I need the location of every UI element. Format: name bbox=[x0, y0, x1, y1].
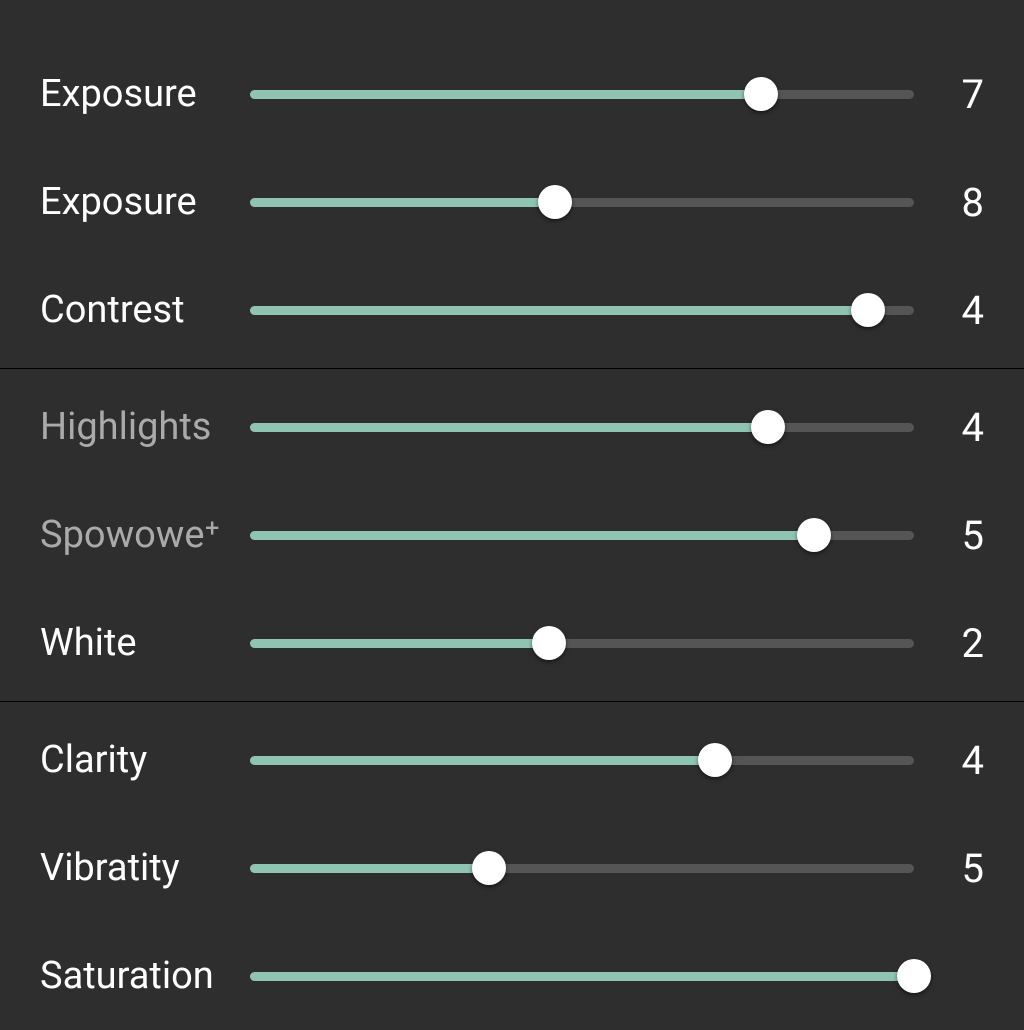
slider-label-clarity: Clarity bbox=[40, 738, 250, 782]
slider-label-contrest: Contrest bbox=[40, 288, 250, 332]
slider-exposure-1[interactable] bbox=[250, 79, 914, 109]
slider-track-fill bbox=[250, 972, 914, 981]
slider-highlights[interactable] bbox=[250, 412, 914, 442]
slider-value-contrest: 4 bbox=[914, 287, 984, 334]
slider-white[interactable] bbox=[250, 628, 914, 658]
slider-row: Contrest 4 bbox=[40, 256, 984, 364]
slider-thumb[interactable] bbox=[897, 959, 931, 993]
slider-track-fill bbox=[250, 864, 489, 873]
slider-track-fill bbox=[250, 423, 768, 432]
slider-thumb[interactable] bbox=[532, 626, 566, 660]
slider-row: Exposure 8 bbox=[40, 148, 984, 256]
slider-thumb[interactable] bbox=[797, 518, 831, 552]
slider-clarity[interactable] bbox=[250, 745, 914, 775]
slider-value-vibratity: 5 bbox=[914, 845, 984, 892]
slider-row: Clarity 4 bbox=[40, 706, 984, 814]
slider-thumb[interactable] bbox=[538, 185, 572, 219]
slider-label-highlights: Highlights bbox=[40, 405, 250, 449]
slider-value-clarity: 4 bbox=[914, 737, 984, 784]
slider-exposure-2[interactable] bbox=[250, 187, 914, 217]
slider-value-white: 2 bbox=[914, 620, 984, 667]
slider-value-exposure-1: 7 bbox=[914, 71, 984, 118]
adjustments-panel: Exposure 7 Exposure 8 Contrest 4 Highlig… bbox=[0, 0, 1024, 1030]
slider-track-fill bbox=[250, 198, 555, 207]
slider-row: Spowowe⁺ 5 bbox=[40, 481, 984, 589]
slider-row: Saturation bbox=[40, 922, 984, 1030]
slider-label-white: White bbox=[40, 621, 250, 665]
slider-value-highlights: 4 bbox=[914, 404, 984, 451]
slider-row: Vibratity 5 bbox=[40, 814, 984, 922]
slider-thumb[interactable] bbox=[751, 410, 785, 444]
slider-label-spowowe: Spowowe⁺ bbox=[40, 513, 250, 557]
slider-contrest[interactable] bbox=[250, 295, 914, 325]
slider-track-fill bbox=[250, 639, 549, 648]
slider-thumb[interactable] bbox=[472, 851, 506, 885]
slider-spowowe[interactable] bbox=[250, 520, 914, 550]
slider-track-fill bbox=[250, 306, 868, 315]
slider-thumb[interactable] bbox=[698, 743, 732, 777]
slider-track-fill bbox=[250, 90, 761, 99]
slider-thumb[interactable] bbox=[744, 77, 778, 111]
slider-label-vibratity: Vibratity bbox=[40, 846, 250, 890]
slider-value-exposure-2: 8 bbox=[914, 179, 984, 226]
slider-saturation[interactable] bbox=[250, 961, 914, 991]
slider-label-exposure-2: Exposure bbox=[40, 180, 250, 224]
slider-row: White 2 bbox=[40, 589, 984, 697]
section-divider bbox=[0, 368, 1024, 369]
slider-label-exposure-1: Exposure bbox=[40, 72, 250, 116]
slider-track-fill bbox=[250, 531, 814, 540]
slider-value-spowowe: 5 bbox=[914, 512, 984, 559]
slider-row: Exposure 7 bbox=[40, 40, 984, 148]
slider-vibratity[interactable] bbox=[250, 853, 914, 883]
slider-row: Highlights 4 bbox=[40, 373, 984, 481]
section-divider bbox=[0, 701, 1024, 702]
slider-thumb[interactable] bbox=[851, 293, 885, 327]
slider-track-fill bbox=[250, 756, 715, 765]
slider-label-saturation: Saturation bbox=[40, 954, 250, 998]
